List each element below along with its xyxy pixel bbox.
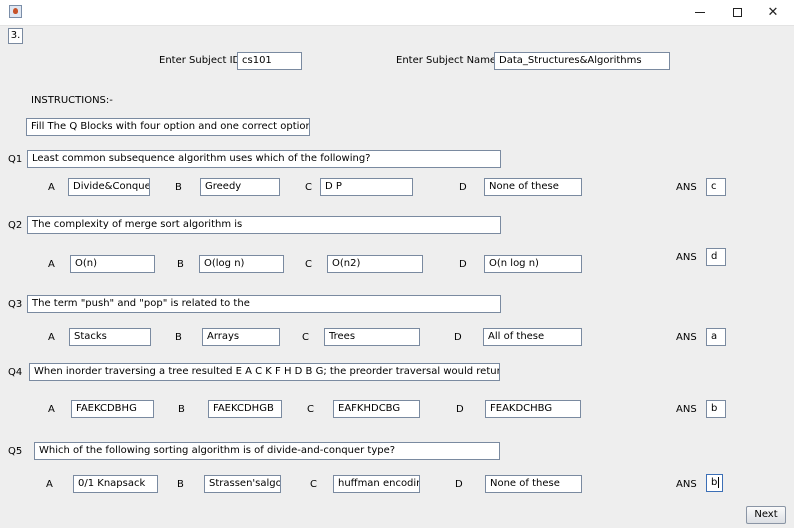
option-d-input[interactable]: O(n log n) xyxy=(484,255,582,273)
answer-input[interactable]: b xyxy=(706,400,726,418)
option-b-label: B xyxy=(175,182,182,193)
option-b-input[interactable]: Greedy xyxy=(200,178,280,196)
option-d-input[interactable]: None of these xyxy=(484,178,582,196)
option-c-input[interactable]: EAFKHDCBG xyxy=(333,400,420,418)
answer-input[interactable]: b xyxy=(706,474,723,492)
minimize-icon xyxy=(695,12,705,13)
option-c-label: C xyxy=(302,332,309,343)
option-d-input[interactable]: FEAKDCHBG xyxy=(485,400,581,418)
answer-value: b xyxy=(711,477,718,488)
maximize-button[interactable] xyxy=(720,0,754,25)
option-a-label: A xyxy=(48,404,55,415)
close-button[interactable]: ✕ xyxy=(756,0,790,25)
option-c-input[interactable]: D P xyxy=(320,178,413,196)
option-c-input[interactable]: Trees xyxy=(324,328,420,346)
option-d-input[interactable]: All of these xyxy=(483,328,582,346)
option-a-label: A xyxy=(48,182,55,193)
ans-label: ANS xyxy=(676,182,697,193)
question-text-input[interactable]: The term "push" and "pop" is related to … xyxy=(27,295,501,313)
option-d-label: D xyxy=(455,479,463,490)
question-text-input[interactable]: Which of the following sorting algorithm… xyxy=(34,442,500,460)
ans-label: ANS xyxy=(676,332,697,343)
instructions-heading: INSTRUCTIONS:- xyxy=(31,95,113,106)
option-b-input[interactable]: O(log n) xyxy=(199,255,284,273)
question-label: Q5 xyxy=(8,446,23,457)
option-a-input[interactable]: Divide&Conquer xyxy=(68,178,150,196)
option-a-input[interactable]: O(n) xyxy=(70,255,155,273)
option-c-input[interactable]: O(n2) xyxy=(327,255,423,273)
option-b-label: B xyxy=(178,404,185,415)
option-a-label: A xyxy=(48,332,55,343)
option-b-input[interactable]: Arrays xyxy=(202,328,280,346)
option-c-label: C xyxy=(310,479,317,490)
option-c-input[interactable]: huffman encoding xyxy=(333,475,420,493)
option-a-label: A xyxy=(48,259,55,270)
ans-label: ANS xyxy=(676,404,697,415)
option-a-input[interactable]: Stacks xyxy=(69,328,151,346)
option-b-label: B xyxy=(177,479,184,490)
title-bar: ✕ xyxy=(0,0,794,26)
text-caret xyxy=(718,476,720,488)
question-text-input[interactable]: Least common subsequence algorithm uses … xyxy=(27,150,501,168)
subject-name-input[interactable]: Data_Structures&Algorithms xyxy=(494,52,670,70)
option-a-input[interactable]: FAEKCDBHG xyxy=(71,400,154,418)
option-c-label: C xyxy=(307,404,314,415)
next-button[interactable]: Next xyxy=(746,506,786,524)
ans-label: ANS xyxy=(676,252,697,263)
answer-input[interactable]: a xyxy=(706,328,726,346)
option-d-label: D xyxy=(459,182,467,193)
subject-id-input[interactable]: cs101 xyxy=(237,52,302,70)
option-b-input[interactable]: Strassen'salgo xyxy=(204,475,281,493)
option-a-input[interactable]: 0/1 Knapsack xyxy=(73,475,158,493)
question-text-input[interactable]: When inorder traversing a tree resulted … xyxy=(29,363,500,381)
option-d-label: D xyxy=(456,404,464,415)
question-label: Q2 xyxy=(8,220,23,231)
question-label: Q4 xyxy=(8,367,23,378)
answer-input[interactable]: d xyxy=(706,248,726,266)
subject-id-label: Enter Subject ID xyxy=(159,55,241,66)
minimize-button[interactable] xyxy=(683,0,717,25)
question-label: Q1 xyxy=(8,154,23,165)
subject-name-label: Enter Subject Name xyxy=(396,55,497,66)
option-a-label: A xyxy=(46,479,53,490)
option-b-input[interactable]: FAEKCDHGB xyxy=(208,400,282,418)
option-d-label: D xyxy=(454,332,462,343)
question-text-input[interactable]: The complexity of merge sort algorithm i… xyxy=(27,216,501,234)
instructions-field[interactable]: Fill The Q Blocks with four option and o… xyxy=(26,118,310,136)
option-b-label: B xyxy=(175,332,182,343)
ans-label: ANS xyxy=(676,479,697,490)
option-d-input[interactable]: None of these xyxy=(485,475,582,493)
question-label: Q3 xyxy=(8,299,23,310)
option-d-label: D xyxy=(459,259,467,270)
java-icon xyxy=(9,5,22,18)
answer-input[interactable]: c xyxy=(706,178,726,196)
maximize-icon xyxy=(732,8,742,17)
option-b-label: B xyxy=(177,259,184,270)
question-number-field[interactable]: 3. xyxy=(8,28,23,44)
option-c-label: C xyxy=(305,259,312,270)
option-c-label: C xyxy=(305,182,312,193)
